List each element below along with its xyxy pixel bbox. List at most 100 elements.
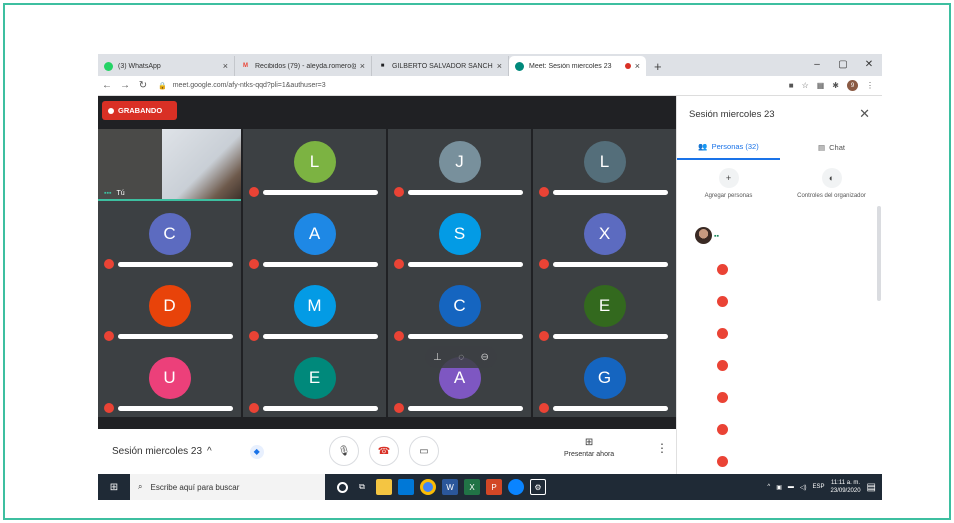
back-arrow-icon[interactable]: ← (98, 80, 116, 91)
volume-icon[interactable]: ◁) (800, 484, 807, 491)
network-icon[interactable]: ▣ (776, 484, 782, 491)
camera-button[interactable]: ▭ (409, 436, 439, 466)
recording-label: GRABANDO (118, 106, 163, 115)
tab-title: Recibidos (79) - aleyda.romero@ (255, 62, 356, 70)
notifications-icon[interactable]: ▤ (867, 482, 876, 493)
profile-avatar[interactable]: 9 (847, 80, 858, 91)
maximize-button[interactable]: ▢ (830, 54, 856, 76)
file-explorer-icon[interactable] (376, 479, 392, 495)
meeting-details-button[interactable]: Sesión miercoles 23 ^ (112, 446, 212, 457)
participant-row[interactable] (677, 413, 882, 445)
bookmark-star-icon[interactable]: ☆ (802, 81, 809, 90)
reload-icon[interactable]: ↻ (134, 80, 152, 91)
word-icon[interactable]: W (442, 479, 458, 495)
muted-mic-icon (539, 259, 549, 269)
close-tab-icon[interactable]: × (360, 61, 365, 71)
powerpoint-icon[interactable]: P (486, 479, 502, 495)
participant-tile[interactable]: C (388, 273, 531, 345)
chrome-icon[interactable] (420, 479, 436, 495)
muted-mic-icon (539, 331, 549, 341)
participant-tile[interactable]: L (533, 129, 676, 201)
close-tab-icon[interactable]: × (497, 61, 502, 71)
self-video-tile[interactable]: ▪▪▪ Tú (98, 129, 241, 201)
panel-actions: + Agregar personas ◐ Controles del organ… (677, 168, 882, 200)
participant-tile[interactable]: L (243, 129, 386, 201)
more-options-icon[interactable]: ⋮ (656, 441, 668, 455)
participant-row[interactable] (677, 317, 882, 349)
participant-tile[interactable]: X (533, 201, 676, 273)
participant-tile[interactable]: C (98, 201, 241, 273)
toggle-icon: ◐ (821, 168, 842, 188)
browser-toolbar: ■ ☆ ▦ ✱ 9 ⋮ (789, 80, 882, 91)
avatar: G (583, 357, 626, 399)
muted-mic-icon (717, 360, 728, 371)
participant-row[interactable] (677, 445, 882, 477)
puzzle-icon[interactable]: ✱ (832, 81, 839, 90)
tab-chat[interactable]: ▤ Chat (780, 134, 882, 160)
avatar: E (583, 285, 626, 327)
close-tab-icon[interactable]: × (223, 61, 228, 71)
participant-tile[interactable]: E (243, 345, 386, 417)
present-now-button[interactable]: ⊞ Presentar ahora (564, 437, 614, 458)
camera-icon[interactable]: ■ (789, 81, 794, 90)
forward-arrow-icon[interactable]: → (116, 80, 134, 91)
url-field[interactable]: 🔒 meet.google.com/afy-ntks-qqd?pli=1&aut… (158, 78, 718, 93)
close-panel-icon[interactable]: ✕ (859, 106, 870, 122)
participant-tile[interactable]: A (243, 201, 386, 273)
windows-start-icon[interactable]: ⊞ (98, 482, 130, 493)
participant-tile[interactable]: G (533, 345, 676, 417)
tab-people[interactable]: 👥 Personas (32) (677, 134, 780, 160)
settings-icon[interactable]: ⚙ (530, 479, 546, 495)
mute-icon[interactable]: ◌ (458, 352, 464, 363)
browser-tab-gilberto[interactable]: ■ GILBERTO SALVADOR SANCHEZ × (372, 56, 509, 76)
cortana-icon[interactable] (337, 481, 348, 493)
pin-icon[interactable]: ⊥ (433, 352, 442, 363)
avatar: L (293, 141, 336, 183)
side-panel: Sesión miercoles 23 ✕ 👥 Personas (32) ▤ … (676, 96, 882, 474)
microphone-button[interactable]: 🎙 (329, 436, 359, 466)
extension-grid-icon[interactable]: ▦ (817, 81, 825, 90)
remove-icon[interactable]: ⊖ (480, 352, 488, 363)
muted-mic-icon (717, 328, 728, 339)
participant-tile[interactable]: S (388, 201, 531, 273)
language-indicator[interactable]: ESP (813, 484, 825, 490)
store-icon[interactable] (398, 479, 414, 495)
browser-tab-meet[interactable]: Meet: Sesión miercoles 23 × (509, 56, 646, 76)
participant-name-redacted (553, 334, 668, 339)
participant-tile[interactable]: J (388, 129, 531, 201)
participant-row[interactable] (677, 349, 882, 381)
task-view-icon[interactable]: ⧉ (354, 479, 370, 495)
participant-tile[interactable]: D (98, 273, 241, 345)
gmail-icon: M (243, 63, 248, 69)
add-people-button[interactable]: + Agregar personas (677, 168, 780, 200)
participant-self-row[interactable]: ▪▪ (677, 221, 882, 253)
participant-row[interactable] (677, 285, 882, 317)
edge-icon[interactable] (508, 479, 524, 495)
search-placeholder: Escribe aquí para buscar (150, 482, 240, 492)
shield-icon[interactable]: ◆ (249, 444, 264, 459)
browser-tab-whatsapp[interactable]: (3) WhatsApp × (98, 56, 235, 76)
taskbar-search[interactable]: ⌕ Escribe aquí para buscar (130, 474, 325, 500)
hang-up-button[interactable]: ☎ (369, 436, 399, 466)
new-tab-button[interactable]: + (646, 56, 670, 76)
chevron-up-icon[interactable]: ^ (767, 484, 770, 490)
clock-time: 11:11 a. m. (830, 480, 861, 486)
participant-row[interactable] (677, 253, 882, 285)
avatar: L (583, 141, 626, 183)
excel-icon[interactable]: X (464, 479, 480, 495)
participant-tile[interactable]: U (98, 345, 241, 417)
close-tab-icon[interactable]: × (635, 61, 640, 71)
participant-tile[interactable]: E (533, 273, 676, 345)
panel-scrollbar[interactable] (877, 206, 881, 301)
host-controls-button[interactable]: ◐ Controles del organizador (780, 168, 882, 200)
participant-tile[interactable]: M (243, 273, 386, 345)
menu-dots-icon[interactable]: ⋮ (866, 81, 874, 90)
participant-row[interactable] (677, 381, 882, 413)
taskbar-clock[interactable]: 11:11 a. m. 23/09/2020 (831, 479, 861, 495)
battery-icon[interactable]: ▬ (788, 484, 794, 490)
browser-tab-gmail[interactable]: M Recibidos (79) - aleyda.romero@ × (235, 56, 372, 76)
close-window-button[interactable]: ✕ (856, 54, 882, 76)
avatar: C (148, 213, 191, 255)
participant-name-redacted (263, 190, 378, 195)
minimize-button[interactable]: – (804, 54, 830, 76)
